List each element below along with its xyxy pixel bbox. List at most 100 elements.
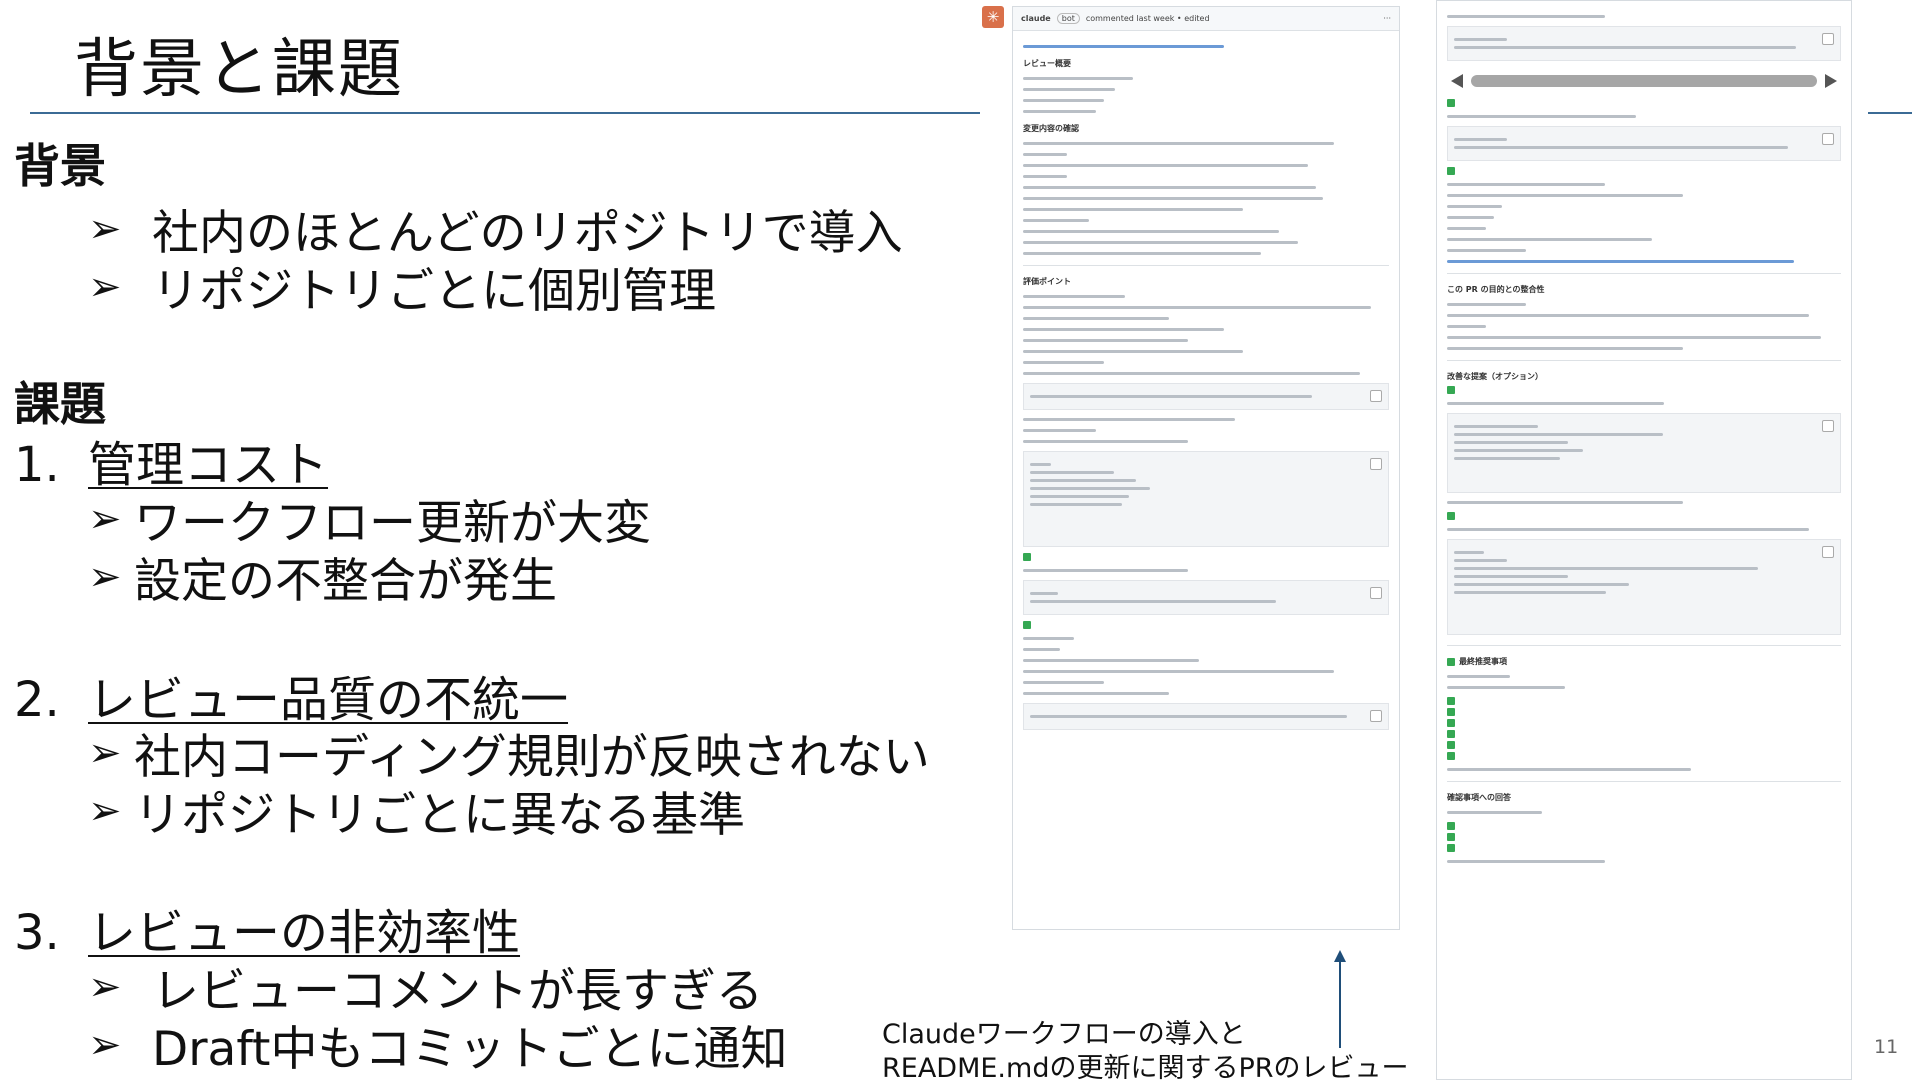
text-line bbox=[1447, 227, 1487, 230]
page-number: 11 bbox=[1874, 1036, 1899, 1058]
text-line bbox=[1030, 463, 1052, 466]
pr-review-screenshot-left: claude bot commented last week • edited … bbox=[1012, 6, 1400, 930]
issue-bullet: ➢ リポジトリごとに異なる基準 bbox=[88, 776, 745, 845]
claude-logo-icon: ✳ bbox=[982, 6, 1004, 28]
text-line bbox=[1023, 153, 1067, 156]
text-line bbox=[1023, 295, 1126, 298]
text-line bbox=[1454, 457, 1561, 460]
bullet-text: リポジトリごとに異なる基準 bbox=[134, 788, 745, 843]
check-icon bbox=[1447, 844, 1455, 852]
scroll-thumb[interactable] bbox=[1471, 75, 1817, 87]
text-line bbox=[1023, 252, 1261, 255]
text-line bbox=[1447, 860, 1605, 863]
code-block bbox=[1023, 451, 1389, 547]
scroll-right-icon[interactable] bbox=[1825, 74, 1837, 88]
issue-bullet: ➢ 設定の不整合が発生 bbox=[88, 542, 557, 611]
text-line bbox=[1447, 238, 1652, 241]
arrow-bullet-icon: ➢ bbox=[88, 963, 122, 1010]
copy-icon[interactable] bbox=[1822, 133, 1834, 145]
text-line bbox=[1454, 567, 1758, 570]
arrow-bullet-icon: ➢ bbox=[88, 495, 122, 542]
evaluation-heading: 評価ポイント bbox=[1023, 277, 1071, 286]
text-line bbox=[1447, 686, 1566, 689]
check-icon bbox=[1023, 553, 1031, 561]
text-line bbox=[1454, 425, 1538, 428]
code-block bbox=[1447, 413, 1841, 493]
text-line bbox=[1447, 501, 1684, 504]
text-line bbox=[1030, 487, 1150, 490]
arrow-bullet-icon: ➢ bbox=[88, 553, 122, 600]
divider bbox=[1447, 781, 1841, 782]
copy-icon[interactable] bbox=[1370, 587, 1382, 599]
title-divider bbox=[30, 112, 980, 114]
check-line bbox=[1447, 833, 1841, 841]
text-line bbox=[1454, 449, 1584, 452]
check-line bbox=[1023, 621, 1389, 629]
text-line bbox=[1023, 648, 1060, 651]
text-line bbox=[1023, 681, 1104, 684]
caption-line: Claudeワークフローの導入と bbox=[882, 1019, 1246, 1050]
text-line bbox=[1447, 216, 1495, 219]
more-options-icon[interactable]: ··· bbox=[1383, 14, 1391, 23]
scroll-left-icon[interactable] bbox=[1451, 74, 1463, 88]
check-line bbox=[1447, 730, 1841, 738]
check-line bbox=[1447, 99, 1841, 107]
copy-icon[interactable] bbox=[1822, 420, 1834, 432]
comment-meta: commented last week • edited bbox=[1085, 14, 1210, 23]
copy-icon[interactable] bbox=[1370, 458, 1382, 470]
text-line bbox=[1447, 336, 1822, 339]
copy-icon[interactable] bbox=[1370, 390, 1382, 402]
code-block bbox=[1023, 580, 1389, 615]
copy-icon[interactable] bbox=[1370, 710, 1382, 722]
copy-icon[interactable] bbox=[1822, 546, 1834, 558]
text-line bbox=[1023, 208, 1243, 211]
text-line bbox=[1447, 402, 1664, 405]
text-line bbox=[1454, 575, 1568, 578]
review-summary-heading: レビュー概要 bbox=[1023, 59, 1071, 68]
text-line bbox=[1023, 219, 1089, 222]
pr-purpose-heading: この PR の目的との整合性 bbox=[1447, 285, 1545, 294]
check-icon bbox=[1447, 167, 1455, 175]
text-line bbox=[1454, 441, 1568, 444]
slide-title: 背景と課題 bbox=[74, 33, 404, 107]
text-line bbox=[1023, 429, 1097, 432]
text-line bbox=[1447, 15, 1605, 18]
text-line bbox=[1023, 110, 1097, 113]
check-line bbox=[1447, 844, 1841, 852]
copy-icon[interactable] bbox=[1822, 33, 1834, 45]
text-line bbox=[1023, 659, 1199, 662]
issue-number: 3. bbox=[14, 905, 60, 961]
text-line bbox=[1454, 38, 1508, 41]
text-line bbox=[1023, 88, 1115, 91]
changes-heading: 変更内容の確認 bbox=[1023, 124, 1079, 133]
text-line bbox=[1023, 328, 1225, 331]
check-line bbox=[1447, 697, 1841, 705]
text-line bbox=[1030, 592, 1059, 595]
code-block bbox=[1447, 539, 1841, 635]
background-bullet: ➢ リポジトリごとに個別管理 bbox=[88, 252, 716, 321]
check-icon bbox=[1447, 833, 1455, 841]
check-icon bbox=[1023, 621, 1031, 629]
text-line bbox=[1030, 715, 1347, 718]
text-line bbox=[1023, 670, 1335, 673]
check-line bbox=[1447, 512, 1841, 520]
horizontal-scrollbar[interactable] bbox=[1447, 67, 1841, 93]
text-line bbox=[1023, 241, 1298, 244]
text-line bbox=[1023, 317, 1170, 320]
issue-number: 1. bbox=[14, 437, 60, 493]
text-line bbox=[1023, 45, 1225, 48]
text-line bbox=[1447, 768, 1692, 771]
divider bbox=[1447, 645, 1841, 646]
code-block bbox=[1023, 383, 1389, 410]
bullet-text: Draft中もコミットごとに通知 bbox=[152, 1022, 788, 1077]
check-icon bbox=[1447, 386, 1455, 394]
divider bbox=[1023, 265, 1389, 266]
text-line bbox=[1023, 569, 1188, 572]
check-icon bbox=[1447, 99, 1455, 107]
bullet-text: リポジトリごとに個別管理 bbox=[152, 264, 716, 319]
text-line bbox=[1447, 194, 1684, 197]
arrow-bullet-icon: ➢ bbox=[88, 729, 122, 776]
text-line bbox=[1454, 591, 1606, 594]
final-recommendation-label: 最終推奨事項 bbox=[1459, 657, 1507, 666]
check-icon bbox=[1447, 657, 1455, 666]
